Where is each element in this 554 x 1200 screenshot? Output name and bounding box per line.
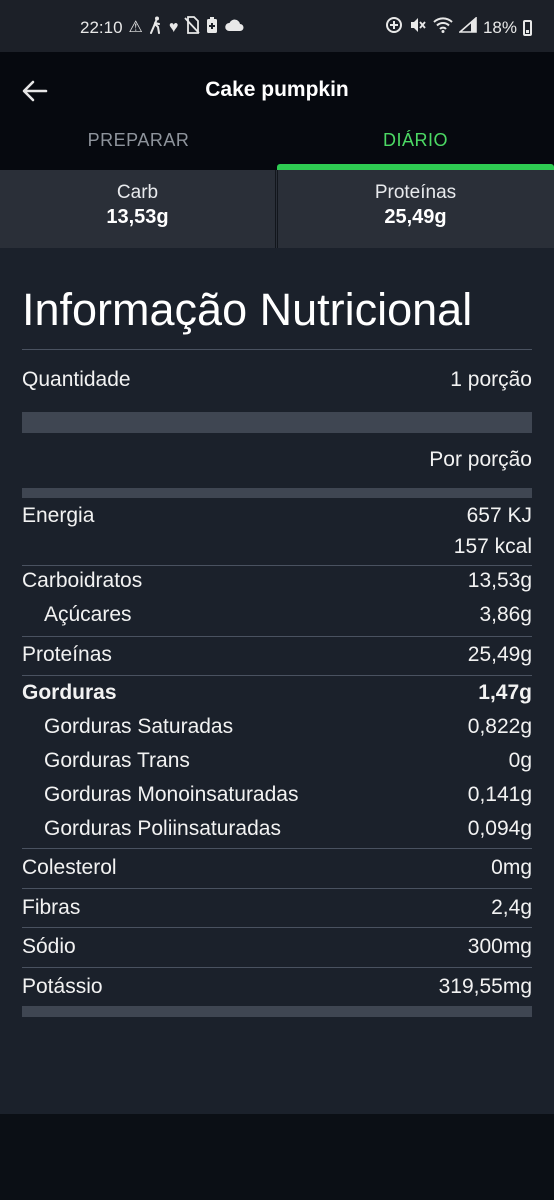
- heart-icon: ♥: [168, 18, 179, 36]
- signal-icon: [457, 16, 477, 38]
- bottom-navigation-area: [0, 1114, 554, 1200]
- macro-protein: Proteínas 25,49g: [277, 170, 553, 248]
- wifi-icon: [433, 17, 453, 38]
- thick-divider: [22, 412, 532, 433]
- quantity-row: Quantidade 1 porção: [22, 368, 532, 400]
- nutrient-label: Fibras: [22, 896, 81, 919]
- status-left: 22:10 ⚠ ♥: [80, 16, 244, 39]
- tab-preparar[interactable]: PREPARAR: [0, 130, 277, 170]
- macro-label: Carb: [116, 182, 159, 203]
- nutrient-row: Gorduras 1,47g: [22, 681, 532, 713]
- nutrient-label: Potássio: [22, 975, 103, 998]
- nutrient-row-energy-kcal: 157 kcal: [22, 535, 532, 567]
- nutrient-value: 13,53g: [467, 569, 532, 592]
- nutrient-value: 0mg: [491, 856, 532, 879]
- walking-icon: [149, 16, 163, 39]
- clock: 22:10: [80, 17, 123, 37]
- nutrient-label: Sódio: [22, 935, 76, 958]
- mute-icon: [409, 16, 427, 39]
- status-bar: 22:10 ⚠ ♥ 18%: [0, 0, 554, 52]
- nutrient-row: Gorduras Monoinsaturadas 0,141g: [22, 783, 532, 815]
- quantity-value: 1 porção: [450, 368, 532, 391]
- nutrient-row: Fibras 2,4g: [22, 896, 532, 928]
- nutrient-row: Gorduras Saturadas 0,822g: [22, 715, 532, 747]
- nutrient-label: Gorduras Monoinsaturadas: [44, 783, 299, 806]
- nutrient-row: Carboidratos 13,53g: [22, 569, 532, 601]
- nutrient-value-kj: 657 KJ: [466, 504, 532, 527]
- quantity-label: Quantidade: [22, 368, 131, 391]
- thick-divider: [22, 488, 532, 498]
- battery-icon: [523, 19, 532, 36]
- nutrition-title: Informação Nutricional: [22, 284, 473, 335]
- divider: [22, 927, 532, 928]
- nutrient-label: Gorduras Trans: [44, 749, 190, 772]
- data-saver-icon: [385, 16, 403, 39]
- nutrient-value: 2,4g: [491, 896, 532, 919]
- divider: [22, 675, 532, 676]
- nutrient-row: Sódio 300mg: [22, 935, 532, 967]
- nutrient-row: Gorduras Poliinsaturadas 0,094g: [22, 817, 532, 849]
- nutrient-value: 3,86g: [479, 603, 532, 626]
- divider: [22, 636, 532, 637]
- nutrient-row-energy: Energia 657 KJ: [22, 504, 532, 536]
- nutrient-row: Potássio 319,55mg: [22, 975, 532, 1007]
- nutrient-label: Gorduras: [22, 681, 117, 704]
- nutrient-value: 1,47g: [478, 681, 532, 704]
- nutrient-value: 0,141g: [467, 783, 532, 806]
- nutrient-label: Gorduras Poliinsaturadas: [44, 817, 281, 840]
- battery-level: 18%: [482, 17, 517, 37]
- nutrient-value: 0,822g: [467, 715, 532, 738]
- divider: [22, 888, 532, 889]
- nutrient-value: 25,49g: [467, 643, 532, 666]
- per-serving-header: Por porção: [22, 448, 532, 480]
- status-right: 18%: [385, 16, 532, 39]
- nutrient-row: Gorduras Trans 0g: [22, 749, 532, 781]
- nutrient-value-kcal: 157 kcal: [453, 535, 532, 558]
- nutrient-value: 0,094g: [467, 817, 532, 840]
- nutrient-row: Proteínas 25,49g: [22, 643, 532, 675]
- nutrition-panel[interactable]: Informação Nutricional Quantidade 1 porç…: [0, 248, 554, 1114]
- macro-value: 25,49g: [384, 206, 447, 228]
- nutrient-label: Carboidratos: [22, 569, 143, 592]
- nutrient-value: 300mg: [467, 935, 532, 958]
- nutrient-label: Energia: [22, 504, 95, 527]
- macro-value: 13,53g: [106, 206, 169, 228]
- battery-saver-icon: [206, 16, 218, 39]
- nutrient-value: 319,55mg: [438, 975, 532, 998]
- nutrient-label: Açúcares: [44, 603, 132, 626]
- divider: [22, 565, 532, 566]
- cloud-icon: [224, 18, 244, 37]
- nutrient-label: Proteínas: [22, 643, 112, 666]
- nutrient-row: Açúcares 3,86g: [22, 603, 532, 635]
- thick-divider: [22, 1006, 532, 1017]
- warning-icon: ⚠: [128, 18, 143, 36]
- macro-label: Proteínas: [374, 182, 457, 203]
- per-serving-label: Por porção: [429, 448, 532, 471]
- divider: [22, 848, 532, 849]
- divider: [22, 349, 532, 350]
- app-bar: Cake pumpkin PREPARAR DIÁRIO: [0, 52, 554, 170]
- nutrient-row: Colesterol 0mg: [22, 856, 532, 888]
- macro-summary: Carb 13,53g Proteínas 25,49g: [0, 170, 554, 248]
- divider: [22, 967, 532, 968]
- no-sim-icon: [184, 16, 201, 39]
- nutrient-value: 0g: [508, 749, 532, 772]
- page-title: Cake pumpkin: [205, 78, 349, 101]
- nutrient-label: Colesterol: [22, 856, 117, 879]
- nutrient-label: Gorduras Saturadas: [44, 715, 234, 738]
- macro-carb: Carb 13,53g: [0, 170, 276, 248]
